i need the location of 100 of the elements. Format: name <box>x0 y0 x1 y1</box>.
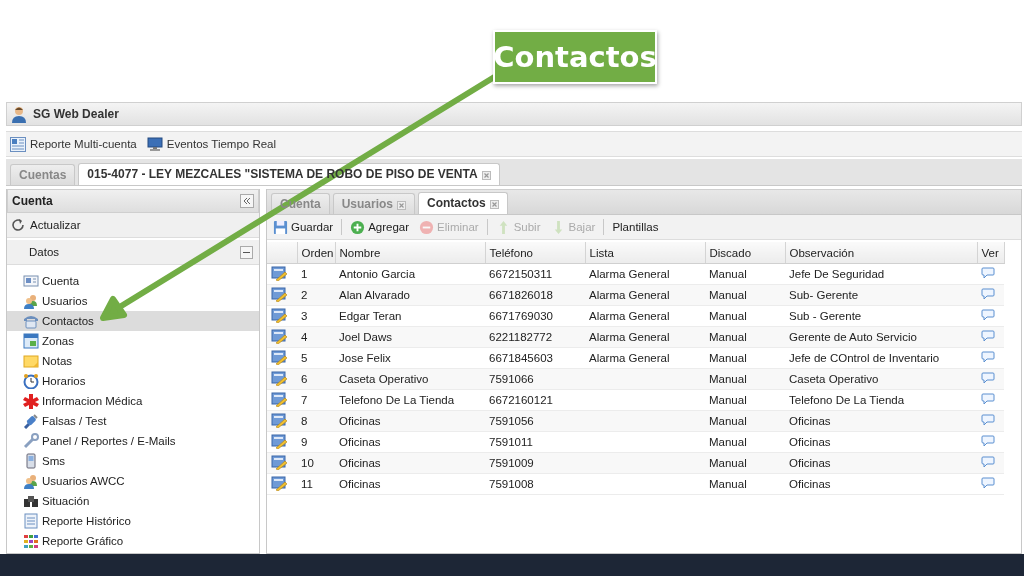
table-cell: Alarma General <box>589 289 670 301</box>
table-cell: Edgar Teran <box>339 310 402 322</box>
chart-icon <box>23 533 39 549</box>
sidebar-item[interactable]: Reporte Gráfico <box>7 531 259 551</box>
column-header[interactable]: Teléfono <box>485 242 585 264</box>
refresh-button[interactable]: Actualizar <box>11 218 81 232</box>
comment-icon[interactable] <box>981 393 995 405</box>
minus-icon[interactable] <box>240 245 253 259</box>
mobile-icon <box>23 453 39 469</box>
table-cell: 7591008 <box>489 478 534 490</box>
edit-icon[interactable] <box>271 265 287 281</box>
table-cell: Jose Felix <box>339 352 391 364</box>
table-cell: Oficinas <box>789 478 831 490</box>
column-header[interactable]: Orden <box>297 242 335 264</box>
sidebar-item[interactable]: Informacion Médica <box>7 391 259 411</box>
table-cell: 11 <box>301 478 313 490</box>
edit-icon[interactable] <box>271 475 287 491</box>
column-header[interactable]: Lista <box>585 242 705 264</box>
toolbar-button[interactable]: Plantillas <box>610 221 661 233</box>
edit-icon[interactable] <box>271 328 287 344</box>
table-cell: Oficinas <box>339 457 381 469</box>
table-cell: Manual <box>709 373 747 385</box>
window-title: SG Web Dealer <box>33 107 119 121</box>
tab[interactable]: Contactos <box>418 192 508 214</box>
collapse-icon[interactable] <box>240 194 254 208</box>
table-cell: Oficinas <box>339 415 381 427</box>
edit-icon[interactable] <box>271 307 287 323</box>
note-icon <box>23 353 39 369</box>
edit-icon[interactable] <box>271 454 287 470</box>
close-icon[interactable] <box>481 170 491 180</box>
sidebar-item[interactable]: Zonas <box>7 331 259 351</box>
card-icon <box>23 273 39 289</box>
close-icon[interactable] <box>397 200 407 210</box>
table-cell: Manual <box>709 478 747 490</box>
table-cell: Alarma General <box>589 268 670 280</box>
sidebar-item[interactable]: Horarios <box>7 371 259 391</box>
table-cell: Manual <box>709 268 747 280</box>
sidebar-item[interactable]: Cuenta <box>7 271 259 291</box>
comment-icon[interactable] <box>981 288 995 300</box>
toolbar-button[interactable]: Guardar <box>271 219 336 235</box>
medical-icon <box>23 393 39 409</box>
table-cell: Oficinas <box>789 457 831 469</box>
table-cell: Sub - Gerente <box>789 310 862 322</box>
sidebar-item[interactable]: Sms <box>7 451 259 471</box>
comment-icon[interactable] <box>981 309 995 321</box>
table-cell: Manual <box>709 457 747 469</box>
table-cell: 9 <box>301 436 308 448</box>
edit-icon[interactable] <box>271 349 287 365</box>
table-cell: Alarma General <box>589 310 670 322</box>
sidebar-item[interactable]: Panel / Reportes / E-Mails <box>7 431 259 451</box>
table-cell: 7 <box>301 394 308 406</box>
comment-icon[interactable] <box>981 351 995 363</box>
table-cell: Oficinas <box>789 415 831 427</box>
table-cell: 6671826018 <box>489 289 553 301</box>
table-cell: Jefe De Seguridad <box>789 268 885 280</box>
table-cell: Oficinas <box>339 478 381 490</box>
sidebar-item[interactable]: Usuarios AWCC <box>7 471 259 491</box>
table-cell: 6672150311 <box>489 268 553 280</box>
plus-icon <box>350 219 366 235</box>
column-header[interactable]: Observación <box>785 242 977 264</box>
toolbar-button[interactable]: Eventos Tiempo Real <box>146 136 277 152</box>
wrench-icon <box>23 433 39 449</box>
monitor-icon <box>146 136 163 152</box>
column-header[interactable]: Ver <box>977 242 1004 264</box>
comment-icon[interactable] <box>981 477 995 489</box>
sidebar-item[interactable]: Usuarios <box>7 291 259 311</box>
close-icon[interactable] <box>489 199 499 209</box>
sidebar-item[interactable]: Notas <box>7 351 259 371</box>
column-header[interactable]: Discado <box>705 242 785 264</box>
table-cell: Caseta Operativo <box>789 373 879 385</box>
sidebar-item[interactable]: Situación <box>7 491 259 511</box>
edit-icon[interactable] <box>271 433 287 449</box>
section-title: Datos <box>29 246 60 258</box>
table-cell: Manual <box>709 289 747 301</box>
sidebar-item[interactable]: Falsas / Test <box>7 411 259 431</box>
refresh-icon <box>11 218 25 232</box>
table-cell: Alan Alvarado <box>339 289 410 301</box>
table-cell: 3 <box>301 310 308 322</box>
edit-icon[interactable] <box>271 391 287 407</box>
comment-icon[interactable] <box>981 414 995 426</box>
edit-icon[interactable] <box>271 286 287 302</box>
table-cell: Sub- Gerente <box>789 289 859 301</box>
table-cell: Manual <box>709 352 747 364</box>
table-cell: Manual <box>709 310 747 322</box>
toolbar-button[interactable]: Agregar <box>348 219 412 235</box>
column-header[interactable]: Nombre <box>335 242 485 264</box>
panel-title: Cuenta <box>12 194 53 208</box>
comment-icon[interactable] <box>981 330 995 342</box>
table-cell: Telefono De La Tienda <box>339 394 455 406</box>
comment-icon[interactable] <box>981 456 995 468</box>
users-icon <box>23 473 39 489</box>
comment-icon[interactable] <box>981 372 995 384</box>
comment-icon[interactable] <box>981 267 995 279</box>
table-cell: Antonio Garcia <box>339 268 416 280</box>
toolbar-button[interactable]: Reporte Multi-cuenta <box>10 136 137 152</box>
edit-icon[interactable] <box>271 370 287 386</box>
comment-icon[interactable] <box>981 435 995 447</box>
sidebar-item[interactable]: Contactos <box>7 311 259 331</box>
edit-icon[interactable] <box>271 412 287 428</box>
sidebar-item[interactable]: Reporte Histórico <box>7 511 259 531</box>
